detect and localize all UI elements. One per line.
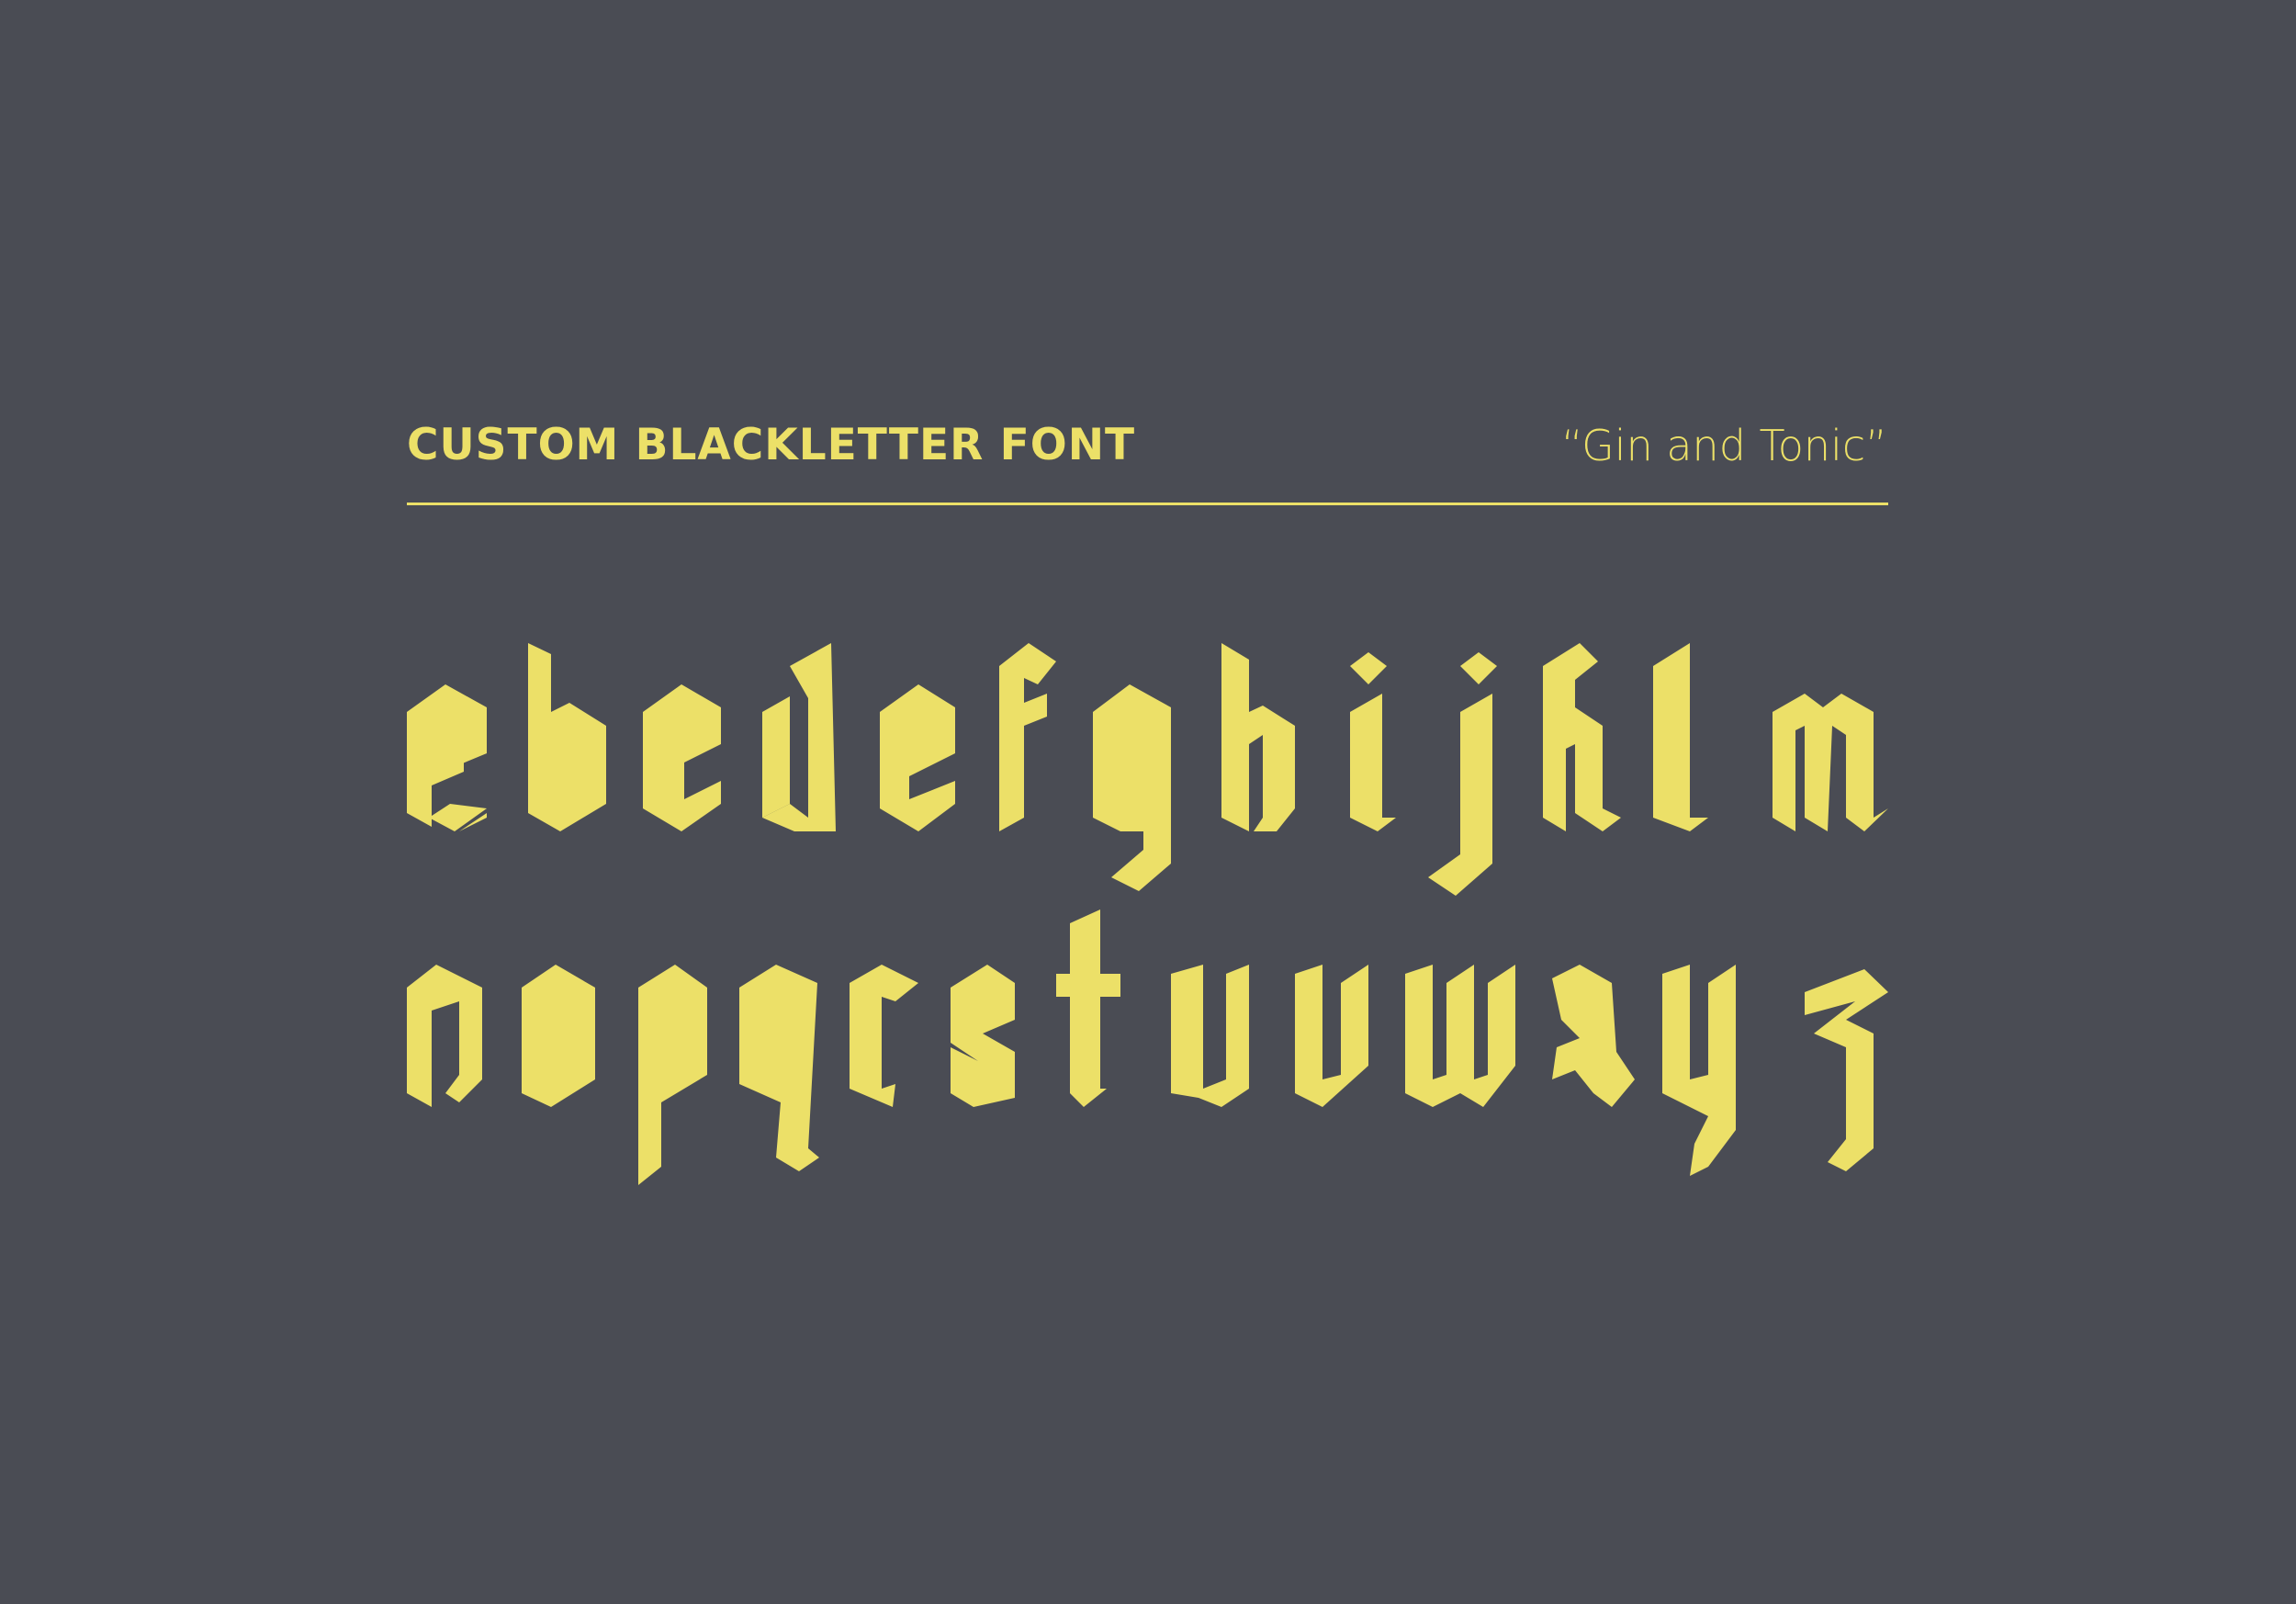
glyph-h bbox=[1221, 643, 1295, 831]
glyph-row-2 bbox=[0, 0, 2296, 1604]
specimen-row-2-text: n o p q r s t u v w x y z bbox=[0, 0, 1, 1]
glyph-i bbox=[1350, 652, 1396, 831]
header-divider bbox=[407, 503, 1888, 505]
font-title: CUSTOM BLACKLETTER FONT bbox=[407, 420, 1136, 470]
glyph-l bbox=[1653, 643, 1708, 831]
glyph-v bbox=[1295, 965, 1368, 1107]
glyph-f bbox=[999, 643, 1056, 831]
glyph-s bbox=[951, 965, 1015, 1107]
glyph-q bbox=[739, 965, 819, 1171]
glyph-z bbox=[1805, 969, 1888, 1171]
glyph-d bbox=[762, 643, 836, 831]
glyph-u bbox=[1171, 965, 1249, 1107]
glyph-n bbox=[407, 965, 482, 1107]
glyph-b bbox=[528, 643, 606, 831]
glyph-r bbox=[850, 965, 918, 1107]
glyph-x bbox=[1552, 965, 1635, 1107]
glyph-e bbox=[880, 684, 955, 831]
glyph-t bbox=[1056, 909, 1120, 1107]
glyph-row-1-art bbox=[407, 643, 1888, 896]
glyph-a bbox=[407, 684, 487, 831]
glyph-y bbox=[1662, 965, 1736, 1176]
glyph-p bbox=[638, 965, 707, 1185]
glyph-o bbox=[522, 965, 595, 1107]
glyph-k bbox=[1543, 643, 1621, 831]
specimen-row-1-text: a b c d e f g h i j k l m bbox=[0, 0, 1, 1]
font-name: “Gin and Tonic” bbox=[1560, 421, 1887, 470]
glyph-c bbox=[643, 684, 721, 831]
glyph-g bbox=[1093, 684, 1171, 891]
glyph-m bbox=[1773, 694, 1888, 831]
glyph-w bbox=[1405, 965, 1515, 1107]
glyph-row-2-art bbox=[407, 909, 1888, 1185]
glyph-j bbox=[1428, 652, 1497, 896]
glyph-row-1 bbox=[0, 0, 2296, 1604]
specimen-card: CUSTOM BLACKLETTER FONT “Gin and Tonic” bbox=[0, 0, 2296, 1604]
